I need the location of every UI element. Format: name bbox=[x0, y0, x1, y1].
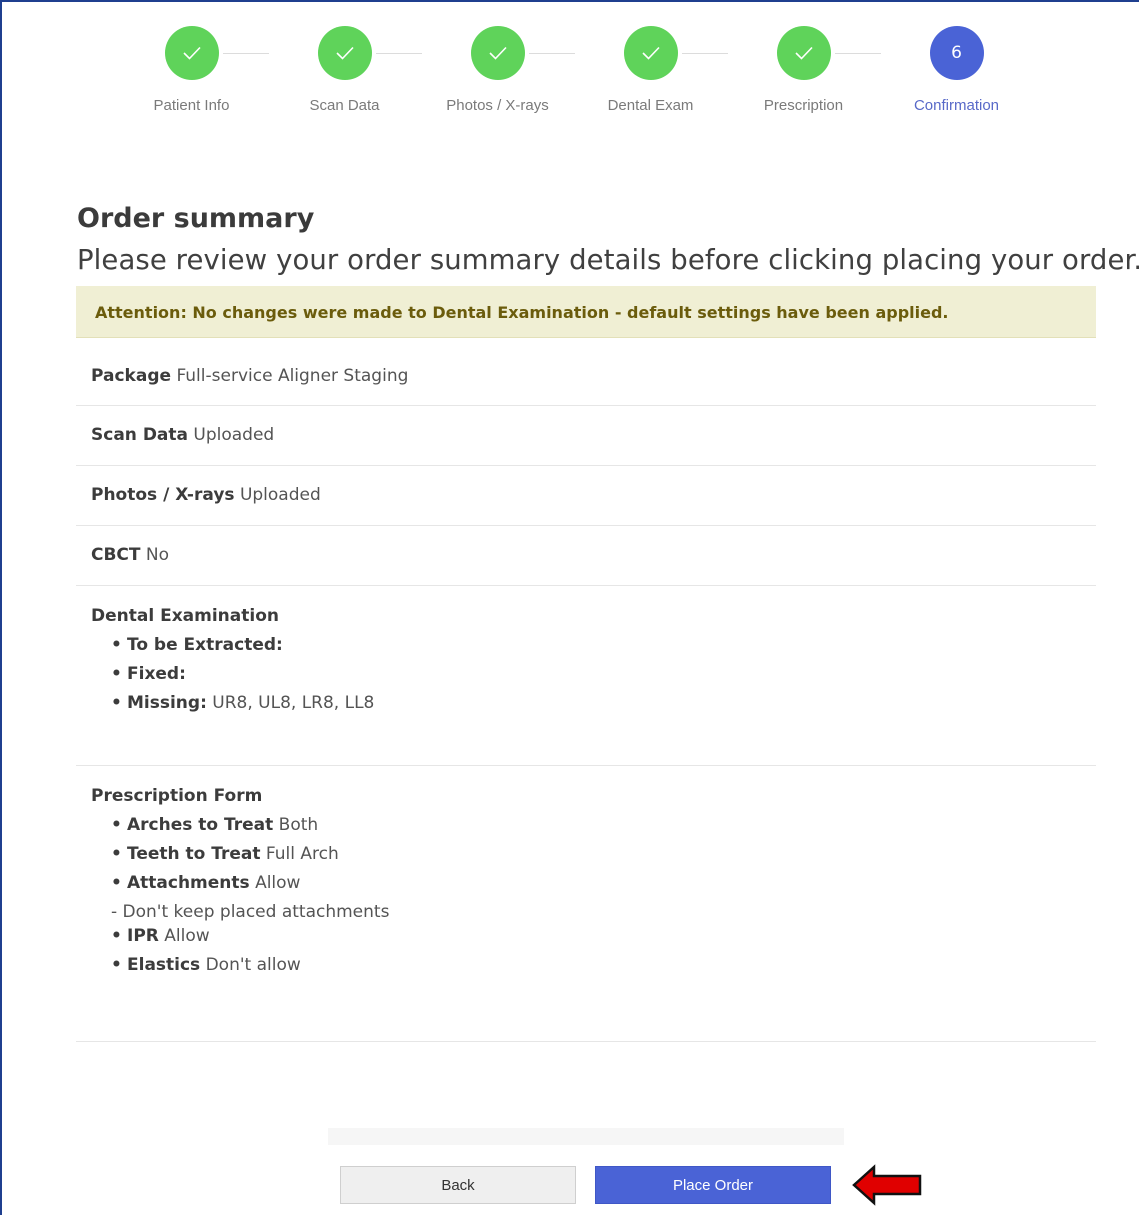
list-item: Missing: UR8, UL8, LR8, LL8 bbox=[111, 693, 1081, 713]
summary-key: Package bbox=[91, 366, 172, 386]
order-summary-list: Package Full-service Aligner Staging Sca… bbox=[76, 346, 1096, 1042]
summary-value: Full-service Aligner Staging bbox=[176, 366, 409, 386]
list-item: To be Extracted: bbox=[111, 635, 1081, 655]
item-key: Arches to Treat bbox=[127, 815, 274, 835]
summary-key: Photos / X-rays bbox=[91, 485, 235, 505]
footer-divider bbox=[328, 1128, 844, 1145]
list-item: Fixed: bbox=[111, 664, 1081, 684]
page-subtitle: Please review your order summary details… bbox=[77, 244, 1139, 276]
step-label: Patient Info bbox=[153, 97, 230, 114]
check-icon bbox=[164, 26, 219, 80]
item-value: Don't allow bbox=[205, 955, 301, 975]
step-label: Photos / X-rays bbox=[446, 97, 549, 114]
item-key: Attachments bbox=[127, 873, 250, 893]
summary-row-photos: Photos / X-rays Uploaded bbox=[76, 466, 1096, 526]
item-key: Elastics bbox=[127, 955, 201, 975]
check-icon bbox=[470, 26, 525, 80]
summary-key: CBCT bbox=[91, 545, 141, 565]
summary-row-dental-examination: Dental Examination To be Extracted: Fixe… bbox=[76, 586, 1096, 766]
check-icon bbox=[776, 26, 831, 80]
item-value: Allow bbox=[255, 873, 301, 893]
list-item: Arches to Treat Both bbox=[111, 815, 1081, 835]
step-label: Scan Data bbox=[309, 97, 380, 114]
list-item: Attachments Allow - Don't keep placed at… bbox=[111, 873, 1081, 922]
item-key: IPR bbox=[127, 926, 159, 946]
step-prescription[interactable]: Prescription bbox=[727, 26, 880, 114]
step-patient-info[interactable]: Patient Info bbox=[115, 26, 268, 114]
check-icon bbox=[623, 26, 678, 80]
step-scan-data[interactable]: Scan Data bbox=[268, 26, 421, 114]
check-icon bbox=[317, 26, 372, 80]
annotation-arrow-icon bbox=[852, 1164, 922, 1206]
summary-value: No bbox=[145, 545, 170, 565]
list-item: IPR Allow bbox=[111, 926, 1081, 946]
place-order-button[interactable]: Place Order bbox=[595, 1166, 831, 1204]
attachments-note: - Don't keep placed attachments bbox=[111, 902, 390, 922]
summary-value: Uploaded bbox=[193, 425, 275, 445]
item-value: UR8, UL8, LR8, LL8 bbox=[212, 693, 375, 713]
back-button[interactable]: Back bbox=[340, 1166, 576, 1204]
dental-exam-list: To be Extracted: Fixed: Missing: UR8, UL… bbox=[111, 635, 1081, 713]
step-label: Prescription bbox=[763, 97, 844, 114]
item-key: Teeth to Treat bbox=[127, 844, 261, 864]
item-key: Missing: bbox=[127, 693, 207, 713]
item-value: Both bbox=[278, 815, 319, 835]
list-item: Elastics Don't allow bbox=[111, 955, 1081, 975]
summary-row-package: Package Full-service Aligner Staging bbox=[76, 346, 1096, 406]
step-label: Dental Exam bbox=[607, 97, 694, 114]
attention-alert: Attention: No changes were made to Denta… bbox=[76, 286, 1096, 338]
summary-row-scan-data: Scan Data Uploaded bbox=[76, 406, 1096, 466]
list-item: Teeth to Treat Full Arch bbox=[111, 844, 1081, 864]
item-key: Fixed: bbox=[127, 664, 186, 684]
progress-stepper: Patient Info Scan Data Photos / X-rays D… bbox=[115, 26, 1035, 126]
step-label: Confirmation bbox=[913, 97, 1000, 114]
summary-row-prescription-form: Prescription Form Arches to Treat Both T… bbox=[76, 766, 1096, 1042]
summary-key: Scan Data bbox=[91, 425, 188, 445]
step-number: 6 bbox=[929, 26, 984, 80]
summary-row-cbct: CBCT No bbox=[76, 526, 1096, 586]
step-confirmation[interactable]: 6 Confirmation bbox=[880, 26, 1033, 114]
summary-value: Uploaded bbox=[239, 485, 321, 505]
section-title: Prescription Form bbox=[91, 786, 263, 806]
page-title: Order summary bbox=[77, 203, 315, 234]
step-dental-exam[interactable]: Dental Exam bbox=[574, 26, 727, 114]
step-photos-xrays[interactable]: Photos / X-rays bbox=[421, 26, 574, 114]
prescription-list: Arches to Treat Both Teeth to Treat Full… bbox=[111, 815, 1081, 975]
item-value: Allow bbox=[164, 926, 210, 946]
item-value: Full Arch bbox=[265, 844, 339, 864]
section-title: Dental Examination bbox=[91, 606, 279, 626]
item-key: To be Extracted: bbox=[127, 635, 283, 655]
